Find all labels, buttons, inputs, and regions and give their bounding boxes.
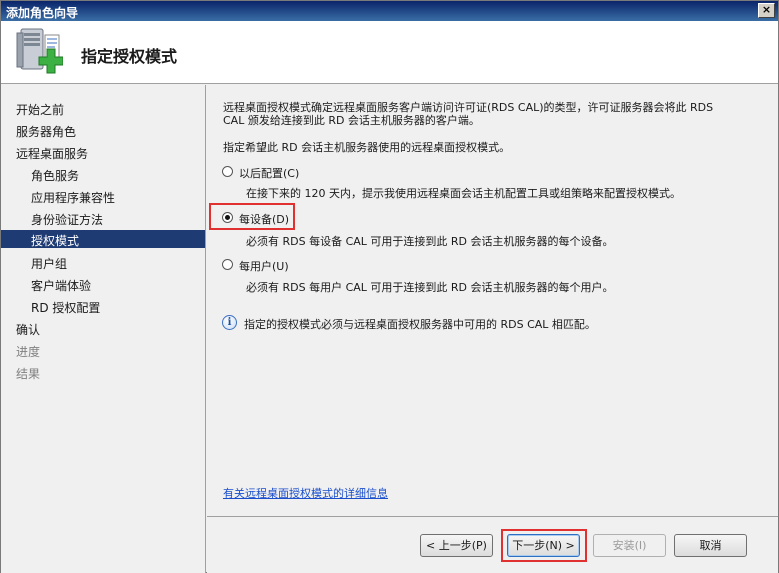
per-device-description: 必须有 RDS 每设备 CAL 可用于连接到此 RD 会话主机服务器的每个设备。 [246, 235, 614, 248]
sidebar-item-user-groups[interactable]: 用户组 [1, 253, 205, 271]
sidebar-item-authentication-method[interactable]: 身份验证方法 [1, 209, 205, 227]
sidebar-item-app-compatibility[interactable]: 应用程序兼容性 [1, 187, 205, 205]
wizard-content: 远程桌面授权模式确定远程桌面服务客户端访问许可证(RDS CAL)的类型，许可证… [207, 85, 778, 515]
install-button: 安装(I) [593, 534, 666, 557]
sidebar-item-server-roles[interactable]: 服务器角色 [1, 121, 205, 139]
add-roles-wizard-window: 添加角色向导 × 指定授权模式 开始之前 服务器角色 远程桌面服务 角色服务 应… [0, 0, 779, 573]
description-line-1: 远程桌面授权模式确定远程桌面服务客户端访问许可证(RDS CAL)的类型，许可证… [223, 101, 714, 114]
wizard-header: 指定授权模式 [1, 21, 778, 84]
per-user-description: 必须有 RDS 每用户 CAL 可用于连接到此 RD 会话主机服务器的每个用户。 [246, 281, 614, 294]
licensing-mode-details-link[interactable]: 有关远程桌面授权模式的详细信息 [223, 485, 388, 501]
configure-later-description: 在接下来的 120 天内，提示我使用远程桌面会话主机配置工具或组策略来配置授权模… [246, 187, 681, 200]
sidebar-item-role-services[interactable]: 角色服务 [1, 165, 205, 183]
page-title: 指定授权模式 [81, 47, 178, 66]
per-device-label[interactable]: 每设备(D) [239, 211, 289, 227]
sidebar-item-confirmation[interactable]: 确认 [1, 319, 205, 337]
wizard-steps-sidebar: 开始之前 服务器角色 远程桌面服务 角色服务 应用程序兼容性 身份验证方法 授权… [1, 85, 206, 573]
sidebar-item-remote-desktop-services[interactable]: 远程桌面服务 [1, 143, 205, 161]
previous-button[interactable]: < 上一步(P) [420, 534, 493, 557]
licensing-prompt: 指定希望此 RD 会话主机服务器使用的远程桌面授权模式。 [223, 141, 511, 154]
per-device-radio[interactable] [222, 212, 233, 223]
configure-later-label[interactable]: 以后配置(C) [239, 165, 299, 181]
window-title: 添加角色向导 [6, 6, 79, 20]
per-user-label[interactable]: 每用户(U) [239, 258, 289, 274]
info-icon: i [222, 315, 237, 330]
sidebar-item-licensing-mode[interactable]: 授权模式 [1, 230, 205, 248]
cancel-button[interactable]: 取消 [674, 534, 747, 557]
licensing-description: 远程桌面授权模式确定远程桌面服务客户端访问许可证(RDS CAL)的类型，许可证… [223, 101, 763, 127]
description-line-2: CAL 颁发给连接到此 RD 会话主机服务器的客户端。 [223, 114, 480, 127]
sidebar-item-before-you-begin[interactable]: 开始之前 [1, 99, 205, 117]
sidebar-item-progress: 进度 [16, 345, 41, 359]
server-add-icon [16, 28, 63, 74]
wizard-footer: < 上一步(P) 下一步(N) > 安装(I) 取消 [207, 516, 778, 573]
configure-later-radio[interactable] [222, 166, 233, 177]
title-bar: 添加角色向导 × [1, 1, 778, 21]
sidebar-item-rd-licensing-config[interactable]: RD 授权配置 [1, 297, 205, 315]
sidebar-item-results: 结果 [16, 367, 41, 381]
info-text: 指定的授权模式必须与远程桌面授权服务器中可用的 RDS CAL 相匹配。 [244, 318, 596, 331]
close-button[interactable]: × [758, 3, 775, 18]
next-button-highlight [501, 529, 587, 562]
sidebar-item-client-experience[interactable]: 客户端体验 [1, 275, 205, 293]
per-user-radio[interactable] [222, 259, 233, 270]
